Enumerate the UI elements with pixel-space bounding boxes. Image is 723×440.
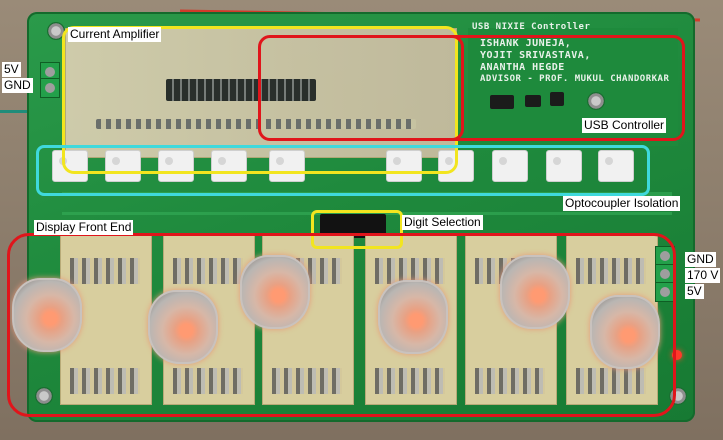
label-display-front-end: Display Front End: [34, 220, 134, 235]
label-digit-selection: Digit Selection: [402, 215, 483, 230]
terminal-block: [40, 78, 60, 98]
highlight-usb-controller: [258, 35, 464, 141]
pcb-photo: USB NIXIE Controller ISHANK JUNEJA, YOJI…: [0, 0, 723, 440]
label-left-gnd: GND: [2, 78, 33, 93]
label-current-amplifier: Current Amplifier: [68, 27, 162, 42]
highlight-display-front-end: [7, 233, 676, 417]
highlight-optocoupler-isolation: [36, 145, 650, 196]
label-left-5v: 5V: [2, 62, 21, 77]
label-right-170v: 170 V: [685, 268, 721, 283]
label-usb-controller: USB Controller: [582, 118, 667, 133]
label-right-5v: 5V: [685, 284, 704, 299]
board-title: USB NIXIE Controller: [472, 22, 591, 32]
label-optocoupler-isolation: Optocoupler Isolation: [563, 196, 681, 211]
label-right-gnd: GND: [685, 252, 716, 267]
